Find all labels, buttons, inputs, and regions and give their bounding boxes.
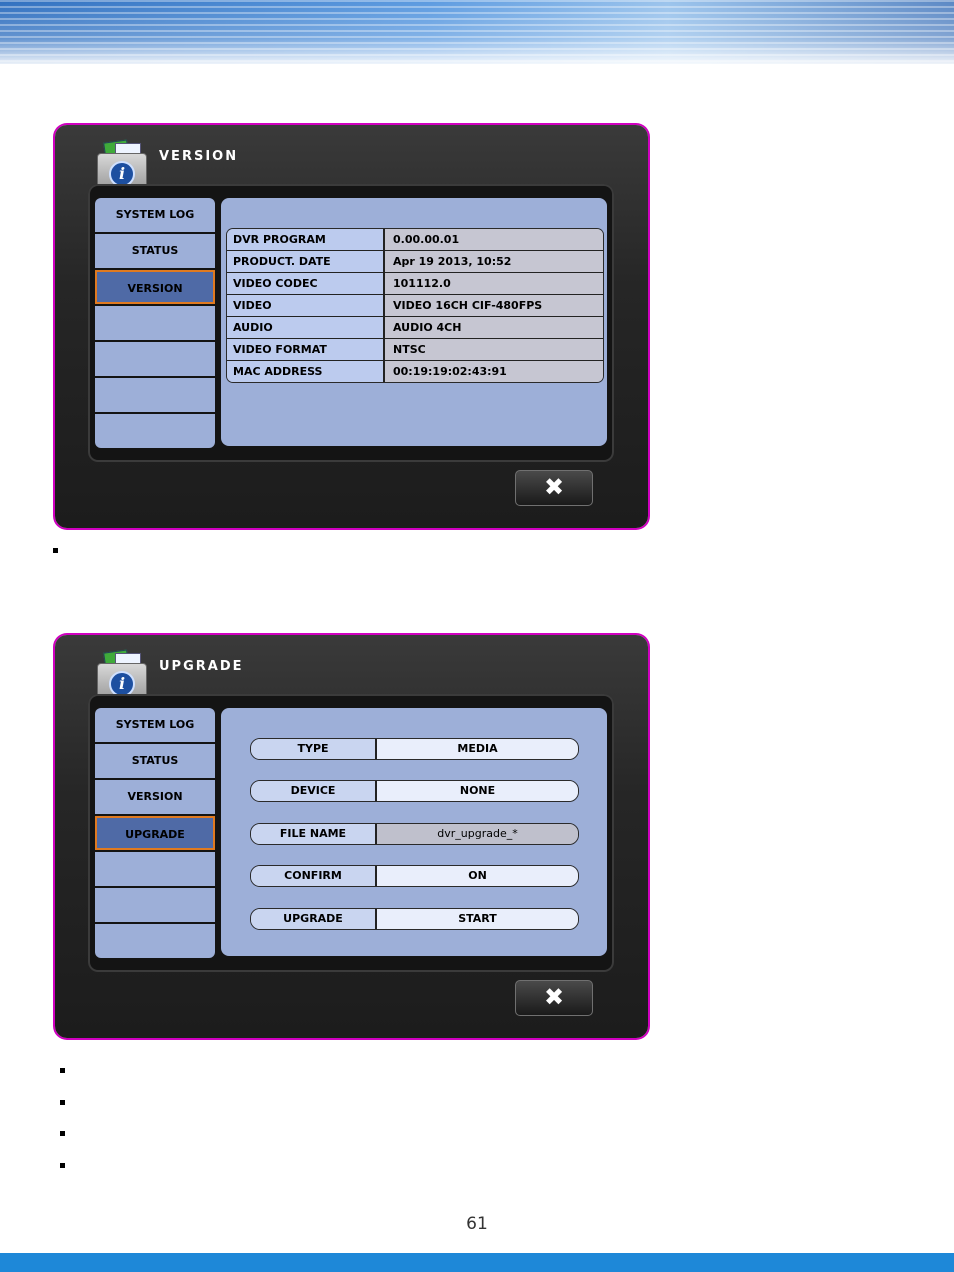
- sidebar-item-empty[interactable]: [95, 852, 215, 886]
- upgrade-field[interactable]: UPGRADE START: [250, 908, 579, 930]
- bullet-marker: [60, 1163, 65, 1168]
- confirm-field[interactable]: CONFIRM ON: [250, 865, 579, 887]
- sidebar-item-empty[interactable]: [95, 414, 215, 448]
- row-label: MAC ADDRESS: [227, 361, 385, 382]
- row-value: 0.00.00.01: [385, 229, 603, 250]
- sidebar-item-status[interactable]: STATUS: [95, 744, 215, 778]
- version-panel: DVR PROGRAM 0.00.00.01 PRODUCT. DATE Apr 1…: [221, 198, 607, 446]
- type-field[interactable]: TYPE MEDIA: [250, 738, 579, 760]
- table-row: VIDEO VIDEO 16CH CIF-480FPS: [227, 295, 603, 317]
- row-label: VIDEO: [227, 295, 385, 316]
- field-label: UPGRADE: [251, 909, 377, 929]
- sidebar-item-status[interactable]: STATUS: [95, 234, 215, 268]
- row-value: 00:19:19:02:43:91: [385, 361, 603, 382]
- sidebar-menu: SYSTEM LOG STATUS VERSION UPGRADE: [95, 708, 215, 960]
- sidebar-item-empty[interactable]: [95, 924, 215, 958]
- field-label: CONFIRM: [251, 866, 377, 886]
- bullet-marker: [60, 1100, 65, 1105]
- sidebar-menu: SYSTEM LOG STATUS VERSION: [95, 198, 215, 450]
- header-banner: [0, 0, 954, 64]
- table-row: VIDEO CODEC 101112.0: [227, 273, 603, 295]
- row-value: NTSC: [385, 339, 603, 360]
- sidebar-item-version[interactable]: VERSION: [95, 270, 215, 304]
- window-body: SYSTEM LOG STATUS VERSION DVR PROGRAM 0.0…: [88, 184, 614, 462]
- bullet-marker: [60, 1131, 65, 1136]
- sidebar-item-version[interactable]: VERSION: [95, 780, 215, 814]
- field-label: FILE NAME: [251, 824, 377, 844]
- table-row: PRODUCT. DATE Apr 19 2013, 10:52: [227, 251, 603, 273]
- row-label: VIDEO CODEC: [227, 273, 385, 294]
- sidebar-item-upgrade[interactable]: UPGRADE: [95, 816, 215, 850]
- sidebar-item-system-log[interactable]: SYSTEM LOG: [95, 198, 215, 232]
- file-name-value[interactable]: dvr_upgrade_*: [377, 824, 578, 844]
- row-value: VIDEO 16CH CIF-480FPS: [385, 295, 603, 316]
- window-title: VERSION: [159, 149, 239, 164]
- sidebar-item-empty[interactable]: [95, 342, 215, 376]
- version-info-table: DVR PROGRAM 0.00.00.01 PRODUCT. DATE Apr 1…: [227, 229, 603, 382]
- table-row: VIDEO FORMAT NTSC: [227, 339, 603, 361]
- type-value[interactable]: MEDIA: [377, 739, 578, 759]
- row-value: Apr 19 2013, 10:52: [385, 251, 603, 272]
- upgrade-start-button[interactable]: START: [377, 909, 578, 929]
- upgrade-panel: TYPE MEDIA DEVICE NONE FILE NAME dvr_upgrad…: [221, 708, 607, 956]
- file-name-field[interactable]: FILE NAME dvr_upgrade_*: [250, 823, 579, 845]
- row-value: 101112.0: [385, 273, 603, 294]
- page-number: 61: [466, 1214, 488, 1234]
- row-value: AUDIO 4CH: [385, 317, 603, 338]
- row-label: DVR PROGRAM: [227, 229, 385, 250]
- field-label: DEVICE: [251, 781, 377, 801]
- bullet-marker: [60, 1068, 65, 1073]
- window-body: SYSTEM LOG STATUS VERSION UPGRADE TYPE ME…: [88, 694, 614, 972]
- device-field[interactable]: DEVICE NONE: [250, 780, 579, 802]
- device-value[interactable]: NONE: [377, 781, 578, 801]
- upgrade-window: i UPGRADE SYSTEM LOG STATUS VERSION UPGR…: [55, 635, 648, 1038]
- table-row: MAC ADDRESS 00:19:19:02:43:91: [227, 361, 603, 382]
- close-button[interactable]: ✖: [515, 980, 593, 1016]
- field-label: TYPE: [251, 739, 377, 759]
- table-row: DVR PROGRAM 0.00.00.01: [227, 229, 603, 251]
- row-label: VIDEO FORMAT: [227, 339, 385, 360]
- footer-bar: [0, 1253, 954, 1272]
- confirm-value[interactable]: ON: [377, 866, 578, 886]
- close-button[interactable]: ✖: [515, 470, 593, 506]
- window-title: UPGRADE: [159, 659, 244, 674]
- row-label: AUDIO: [227, 317, 385, 338]
- row-label: PRODUCT. DATE: [227, 251, 385, 272]
- sidebar-item-system-log[interactable]: SYSTEM LOG: [95, 708, 215, 742]
- table-row: AUDIO AUDIO 4CH: [227, 317, 603, 339]
- sidebar-item-empty[interactable]: [95, 888, 215, 922]
- sidebar-item-empty[interactable]: [95, 378, 215, 412]
- sidebar-item-empty[interactable]: [95, 306, 215, 340]
- bullet-marker: [53, 548, 58, 553]
- version-window: i VERSION SYSTEM LOG STATUS VERSION DVR …: [55, 125, 648, 528]
